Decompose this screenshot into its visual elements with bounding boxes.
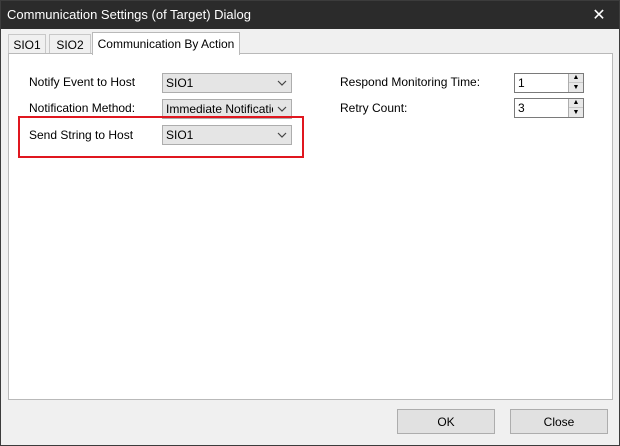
respond-monitoring-time-value: 1 bbox=[518, 76, 525, 90]
triangle-up-icon[interactable]: ▲ bbox=[569, 74, 583, 83]
window-title: Communication Settings (of Target) Dialo… bbox=[7, 7, 251, 22]
notification-method-value: Immediate Notification bbox=[166, 102, 285, 116]
communication-settings-dialog: Communication Settings (of Target) Dialo… bbox=[0, 0, 620, 446]
send-string-label: Send String to Host bbox=[29, 128, 134, 142]
respond-monitoring-time-label: Respond Monitoring Time: bbox=[340, 75, 481, 89]
close-button[interactable]: Close bbox=[510, 409, 608, 434]
respond-monitoring-time-spinbox[interactable]: 1 ▲ ▼ bbox=[514, 73, 584, 93]
close-icon[interactable]: ✕ bbox=[579, 1, 619, 29]
send-string-value: SIO1 bbox=[166, 128, 194, 142]
tab-panel: Notify Event to Host SIO1 Notification M… bbox=[8, 53, 613, 400]
spin-buttons: ▲ ▼ bbox=[568, 99, 583, 117]
ok-button[interactable]: OK bbox=[397, 409, 495, 434]
chevron-down-icon bbox=[273, 126, 291, 144]
chevron-down-icon bbox=[273, 74, 291, 92]
tab-label: SIO1 bbox=[13, 37, 41, 52]
tab-label: SIO2 bbox=[56, 37, 84, 52]
triangle-down-icon[interactable]: ▼ bbox=[569, 83, 583, 92]
retry-count-label: Retry Count: bbox=[340, 101, 408, 115]
tab-label: Communication By Action bbox=[97, 37, 235, 51]
spin-buttons: ▲ ▼ bbox=[568, 74, 583, 92]
tab-communication-by-action[interactable]: Communication By Action bbox=[92, 32, 240, 55]
chevron-down-icon bbox=[273, 100, 291, 118]
notify-event-label: Notify Event to Host bbox=[29, 75, 136, 89]
tab-sio2[interactable]: SIO2 bbox=[49, 34, 91, 54]
notification-method-dropdown[interactable]: Immediate Notification bbox=[162, 99, 292, 119]
retry-count-spinbox[interactable]: 3 ▲ ▼ bbox=[514, 98, 584, 118]
tab-sio1[interactable]: SIO1 bbox=[8, 34, 46, 54]
triangle-down-icon[interactable]: ▼ bbox=[569, 108, 583, 117]
triangle-up-icon[interactable]: ▲ bbox=[569, 99, 583, 108]
notify-event-value: SIO1 bbox=[166, 76, 194, 90]
notify-event-dropdown[interactable]: SIO1 bbox=[162, 73, 292, 93]
retry-count-value: 3 bbox=[518, 101, 525, 115]
send-string-dropdown[interactable]: SIO1 bbox=[162, 125, 292, 145]
notification-method-label: Notification Method: bbox=[29, 101, 136, 115]
title-bar[interactable]: Communication Settings (of Target) Dialo… bbox=[1, 1, 619, 29]
